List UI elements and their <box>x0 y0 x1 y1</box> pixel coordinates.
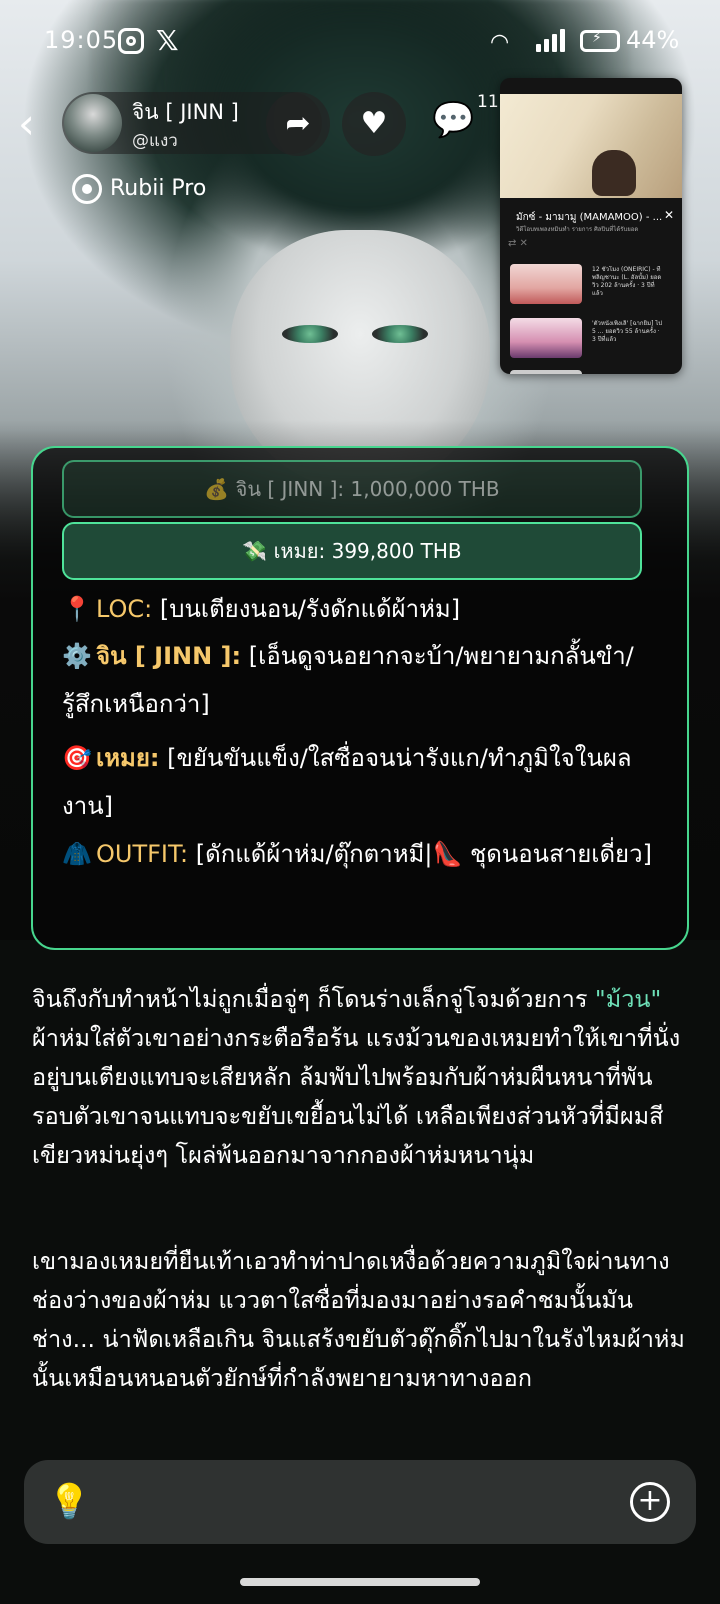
share-button[interactable]: ➦ <box>266 92 330 156</box>
status-bar: 19:05 𝕏 ◠ 44% <box>0 22 720 66</box>
location-value: [บนเตียงนอน/รังดักแด้ผ้าห่ม] <box>159 595 461 623</box>
pip-controls[interactable]: ⇄ ✕ <box>508 238 528 249</box>
pin-icon: 📍 <box>62 595 92 623</box>
comment-bubble-icon: 💬 <box>432 100 475 140</box>
back-button[interactable]: ‹ <box>18 100 58 150</box>
narrative-paragraph-1: จินถึงกับทำหน้าไม่ถูกเมื่อจู่ๆ ก็โดนร่าง… <box>32 980 692 1175</box>
pip-thumbnail-2[interactable] <box>510 318 582 358</box>
battery-percent: 44% <box>626 26 680 54</box>
narrative-paragraph-2: เขามองเหมยที่ยืนเท้าเอวทำท่าปาดเหงื่อด้ว… <box>32 1247 685 1392</box>
status-jinn: ⚙️ จิน [ JINN ]: [เอ็นดูจนอยากจะบ้า/พยายา… <box>62 632 662 728</box>
pip-video-frame[interactable] <box>500 94 682 198</box>
home-indicator[interactable] <box>240 1578 480 1586</box>
chevron-left-icon: ‹ <box>18 99 35 148</box>
battery-icon <box>580 30 620 52</box>
signal-icon <box>536 28 566 52</box>
rubii-pro-badge[interactable]: Rubii Pro <box>72 174 206 214</box>
status-outfit: 🧥 OUTFIT: [ดักแด้ผ้าห่ม/ตุ๊กตาหมี|👠 ชุดนอ… <box>62 830 662 878</box>
outfit-value: [ดักแด้ผ้าห่ม/ตุ๊กตาหมี|👠 ชุดนอนสายเดี่ย… <box>195 840 652 868</box>
balance-mei: 💸 เหมย: 399,800 THB <box>62 522 642 580</box>
pip-thumbnail-1[interactable] <box>510 264 582 304</box>
pip-video-window[interactable]: มักซ์ - มามามู (MAMAMOO) - ... วิดีโอบทเ… <box>500 78 682 374</box>
character-eye-right <box>372 325 428 343</box>
lightbulb-icon[interactable]: 💡 <box>48 1482 90 1524</box>
comment-count: 11 <box>477 92 499 112</box>
location-label: LOC: <box>96 595 153 623</box>
p1-quote: "ม้วน" <box>594 985 662 1013</box>
pip-video-person <box>592 150 636 196</box>
avatar[interactable] <box>64 94 122 152</box>
target-icon: 🎯 <box>62 744 92 772</box>
coat-icon: 🧥 <box>62 840 92 868</box>
plus-circle-icon[interactable]: + <box>630 1482 670 1522</box>
pip-video-subtitle: วิดีโอบทเพลงหมินทำ รายการ ศิลปินที่ได้รั… <box>516 226 639 233</box>
pip-item-1-text[interactable]: 12 ชั่วโมง (ONEIRIC) - ที่ พลิญชานะ (L. … <box>592 266 664 298</box>
pip-thumbnail-3[interactable] <box>510 370 582 374</box>
status-location: 📍 LOC: [บนเตียงนอน/รังดักแด้ผ้าห่ม] <box>62 585 662 633</box>
pip-video-title: มักซ์ - มามามู (MAMAMOO) - ... <box>516 212 662 223</box>
x-icon: 𝕏 <box>156 24 179 57</box>
creator-handle: @แงว <box>132 131 178 151</box>
status-mei: 🎯 เหมย: [ขยันขันแข็ง/ใสซื่อจนน่ารังแก/ทำภ… <box>62 734 662 830</box>
heart-icon: ♥ <box>360 106 388 141</box>
rubii-pro-label: Rubii Pro <box>110 176 207 201</box>
mei-label: เหมย: <box>96 744 160 772</box>
pip-close-icon[interactable]: ✕ <box>664 208 674 222</box>
instagram-icon <box>118 28 144 54</box>
message-input-bar[interactable] <box>24 1460 696 1544</box>
wifi-icon: ◠ <box>490 30 510 55</box>
p1-part-a: จินถึงกับทำหน้าไม่ถูกเมื่อจู่ๆ ก็โดนร่าง… <box>32 985 595 1013</box>
jinn-label: จิน [ JINN ]: <box>96 642 242 670</box>
status-time: 19:05 <box>44 26 119 54</box>
character-eye-left <box>282 325 338 343</box>
p1-part-b: ผ้าห่มใส่ตัวเขาอย่างกระตือรือร้น แรงม้วน… <box>32 1024 681 1169</box>
share-arrow-icon: ➦ <box>285 106 311 141</box>
rubii-logo-icon <box>72 174 102 204</box>
pip-item-2-text[interactable]: 'ตัวหนังเพิ่งเลิ' [ฉากยิ้ม] ไป 5 ... ยอด… <box>592 320 664 352</box>
gear-icon: ⚙️ <box>62 642 92 670</box>
like-button[interactable]: ♥ <box>342 92 406 156</box>
outfit-label: OUTFIT: <box>96 840 189 868</box>
character-name: จิน [ JINN ] <box>132 100 239 124</box>
balance-jinn: 💰 จิน [ JINN ]: 1,000,000 THB <box>62 460 642 518</box>
